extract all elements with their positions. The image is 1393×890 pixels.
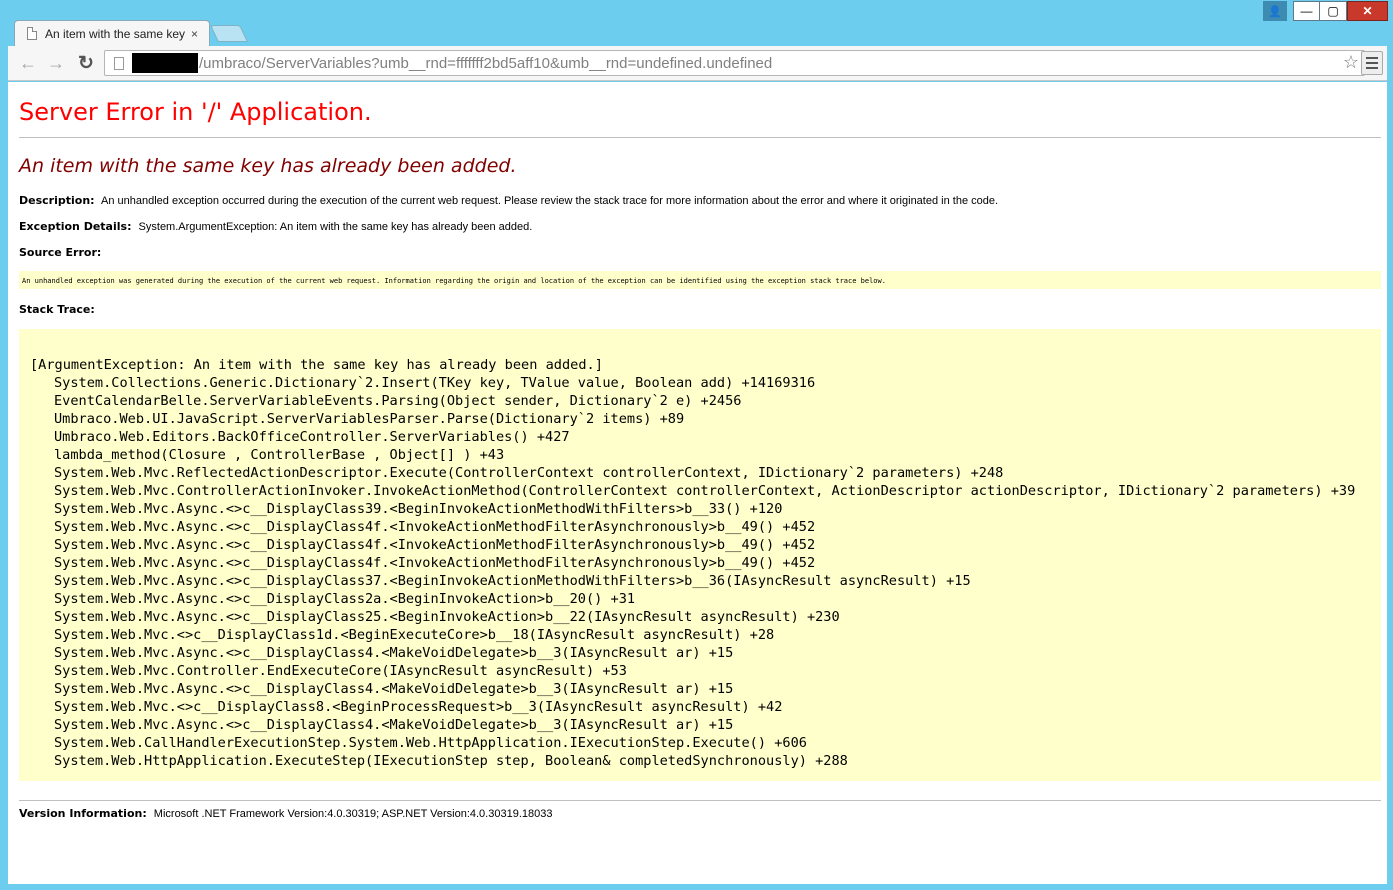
stack-trace-lines: System.Collections.Generic.Dictionary`2.… <box>30 374 1381 770</box>
stack-trace-line-item: EventCalendarBelle.ServerVariableEvents.… <box>54 393 742 409</box>
reload-button[interactable]: ↻ <box>75 52 97 74</box>
url-text[interactable]: /umbraco/ServerVariables?umb__rnd=ffffff… <box>199 55 772 72</box>
stack-trace-line-item: lambda_method(Closure , ControllerBase ,… <box>54 447 505 463</box>
tab-close-icon[interactable]: × <box>191 27 198 41</box>
stack-trace-line-item: Umbraco.Web.Editors.BackOfficeController… <box>54 429 570 445</box>
stack-trace-line-item: System.Web.Mvc.Async.<>c__DisplayClass4f… <box>54 519 816 535</box>
description-label: Description: <box>19 194 95 207</box>
tab-title: An item with the same key <box>45 26 185 41</box>
stack-trace-line-item: System.Web.Mvc.<>c__DisplayClass8.<Begin… <box>54 699 783 715</box>
user-profile-icon[interactable]: 👤 <box>1263 1 1287 21</box>
stack-trace-box: [ArgumentException: An item with the sam… <box>19 329 1381 781</box>
stack-trace-line-item: System.Web.Mvc.Async.<>c__DisplayClass25… <box>54 609 840 625</box>
new-tab-button[interactable] <box>210 25 248 42</box>
browser-toolbar: ← → ↻ /umbraco/ServerVariables?umb__rnd=… <box>8 46 1387 81</box>
bookmark-star-icon[interactable]: ☆ <box>1343 52 1359 73</box>
stack-trace-line-item: System.Web.Mvc.Async.<>c__DisplayClass4.… <box>54 645 734 661</box>
stack-trace-line-item: Umbraco.Web.UI.JavaScript.ServerVariable… <box>54 411 685 427</box>
redacted-host <box>132 53 198 73</box>
source-error-box: An unhandled exception was generated dur… <box>19 271 1381 289</box>
stack-trace-line-item: System.Web.Mvc.ReflectedActionDescriptor… <box>54 465 1004 481</box>
browser-tab[interactable]: An item with the same key × <box>14 20 210 46</box>
stack-trace-line-item: System.Web.Mvc.ControllerActionInvoker.I… <box>54 483 1356 499</box>
stack-trace-line-item: System.Web.Mvc.Async.<>c__DisplayClass4f… <box>54 555 816 571</box>
back-button[interactable]: ← <box>17 52 39 74</box>
stack-trace-line-item: System.Web.Mvc.Async.<>c__DisplayClass2a… <box>54 591 636 607</box>
close-window-button[interactable]: ✕ <box>1347 1 1388 21</box>
exception-text: System.ArgumentException: An item with t… <box>138 221 533 233</box>
description-text: An unhandled exception occurred during t… <box>101 195 999 207</box>
stack-trace-line-item: System.Collections.Generic.Dictionary`2.… <box>54 375 816 391</box>
source-error-label: Source Error: <box>19 246 102 259</box>
browser-menu-button[interactable] <box>1361 51 1383 75</box>
stack-trace-line-item: System.Web.HttpApplication.ExecuteStep(I… <box>54 753 848 769</box>
stack-trace-line-item: System.Web.Mvc.Async.<>c__DisplayClass4f… <box>54 537 816 553</box>
stack-trace-line: Stack Trace: <box>19 303 99 316</box>
hamburger-icon <box>1366 57 1378 59</box>
address-bar[interactable]: /umbraco/ServerVariables?umb__rnd=ffffff… <box>104 50 1365 76</box>
page-viewport[interactable]: Server Error in '/' Application. An item… <box>8 82 1387 884</box>
forward-button[interactable]: → <box>45 52 67 74</box>
description-line: Description: An unhandled exception occu… <box>19 194 998 207</box>
exception-label: Exception Details: <box>19 220 132 233</box>
stack-trace-label: Stack Trace: <box>19 303 95 316</box>
maximize-button[interactable]: ▢ <box>1320 1 1347 21</box>
document-icon <box>27 27 37 40</box>
source-error-line: Source Error: <box>19 246 105 259</box>
page-icon <box>114 56 124 70</box>
stack-trace-header: [ArgumentException: An item with the sam… <box>30 357 603 373</box>
stack-trace-line-item: System.Web.Mvc.Controller.EndExecuteCore… <box>54 663 627 679</box>
window-titlebar: An item with the same key × 👤 — ▢ ✕ <box>0 0 1393 46</box>
version-line: Version Information: Microsoft .NET Fram… <box>19 807 552 820</box>
stack-trace-line-item: System.Web.CallHandlerExecutionStep.Syst… <box>54 735 807 751</box>
stack-trace-line-item: System.Web.Mvc.Async.<>c__DisplayClass37… <box>54 573 971 589</box>
divider <box>19 800 1381 801</box>
version-label: Version Information: <box>19 807 147 820</box>
stack-trace-line-item: System.Web.Mvc.Async.<>c__DisplayClass39… <box>54 501 783 517</box>
version-text: Microsoft .NET Framework Version:4.0.303… <box>153 808 553 820</box>
divider <box>19 137 1381 138</box>
page-title: Server Error in '/' Application. <box>19 98 372 126</box>
stack-trace-line-item: System.Web.Mvc.Async.<>c__DisplayClass4.… <box>54 681 734 697</box>
stack-trace-line-item: System.Web.Mvc.<>c__DisplayClass1d.<Begi… <box>54 627 775 643</box>
minimize-button[interactable]: — <box>1293 1 1320 21</box>
exception-line: Exception Details: System.ArgumentExcept… <box>19 220 532 233</box>
stack-trace-line-item: System.Web.Mvc.Async.<>c__DisplayClass4.… <box>54 717 734 733</box>
error-heading: An item with the same key has already be… <box>19 155 517 177</box>
